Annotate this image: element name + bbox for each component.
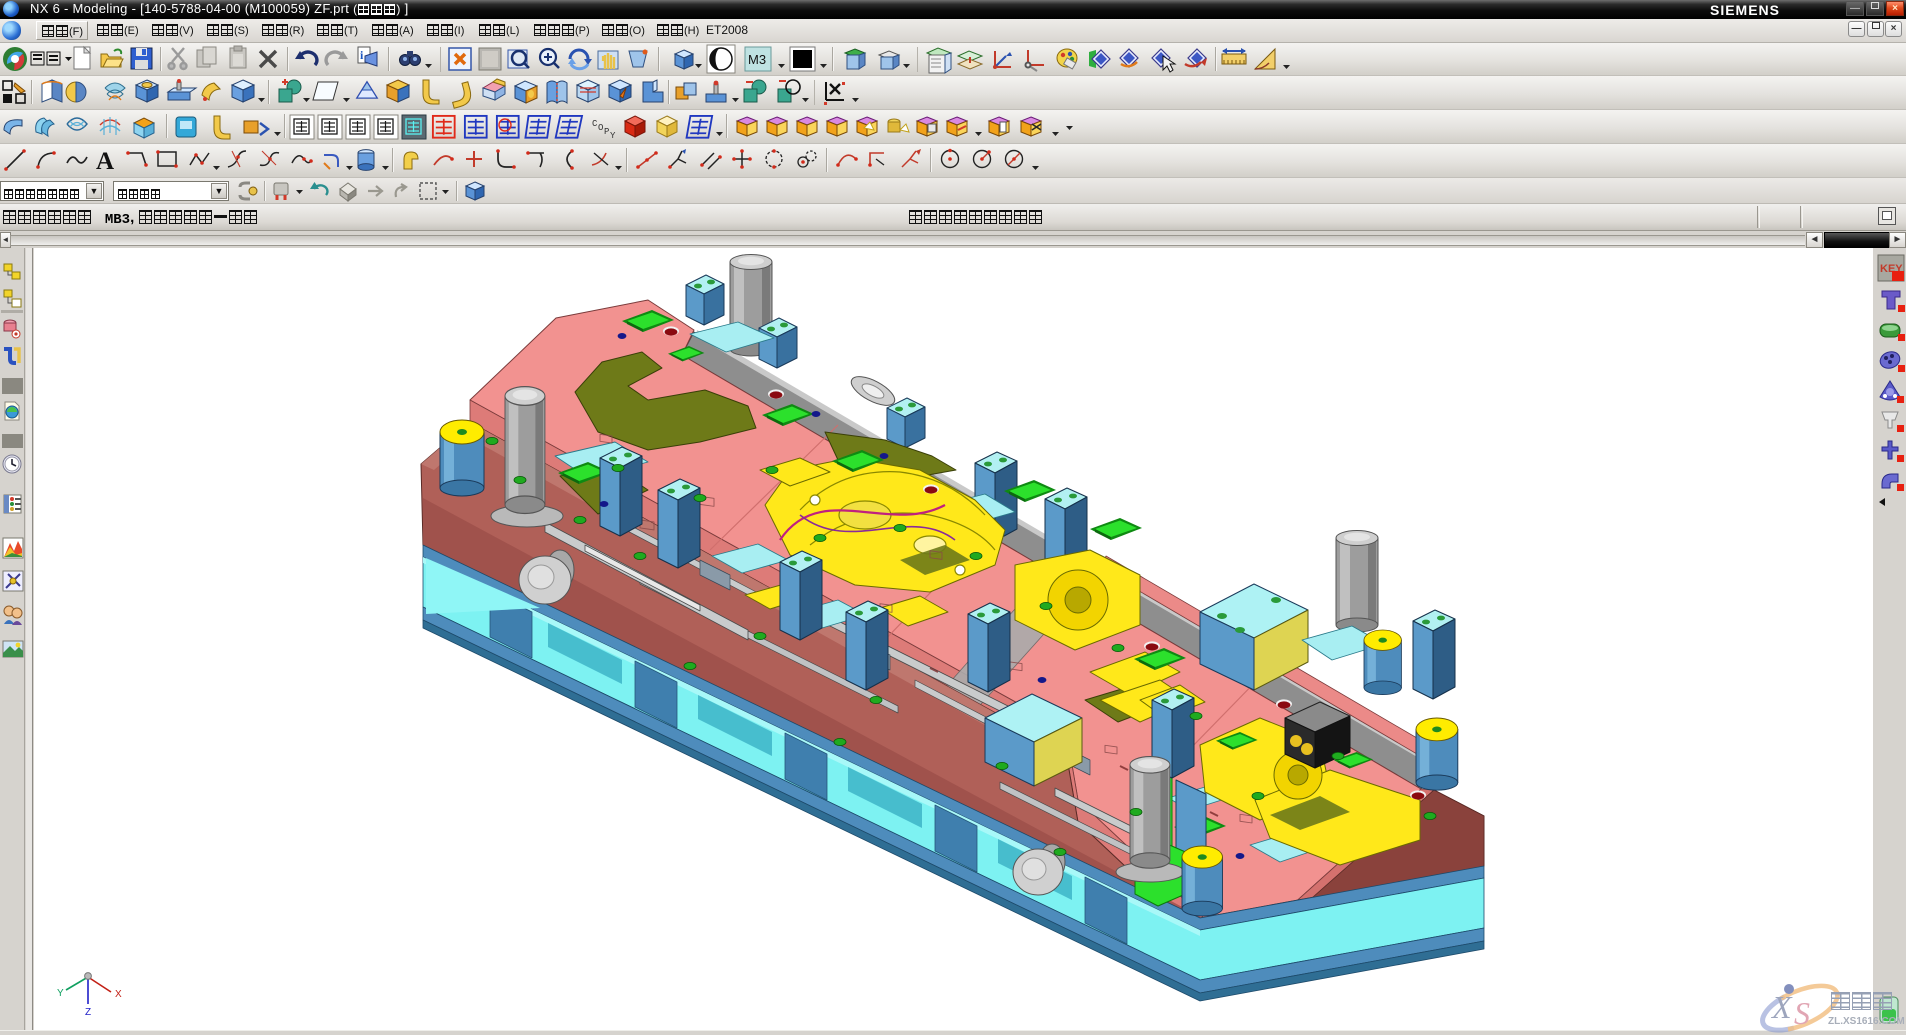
svg-text:O: O <box>598 123 603 133</box>
svg-text:A: A <box>96 148 114 175</box>
svg-text:Y: Y <box>610 131 616 141</box>
svg-text:Z: Z <box>85 1007 91 1018</box>
svg-text:P: P <box>604 127 609 137</box>
svg-text:X: X <box>1770 989 1793 1025</box>
svg-text:X: X <box>115 989 122 1000</box>
svg-text:Y: Y <box>57 988 64 999</box>
svg-text:S: S <box>1794 995 1810 1031</box>
svg-text:M3: M3 <box>748 52 766 67</box>
